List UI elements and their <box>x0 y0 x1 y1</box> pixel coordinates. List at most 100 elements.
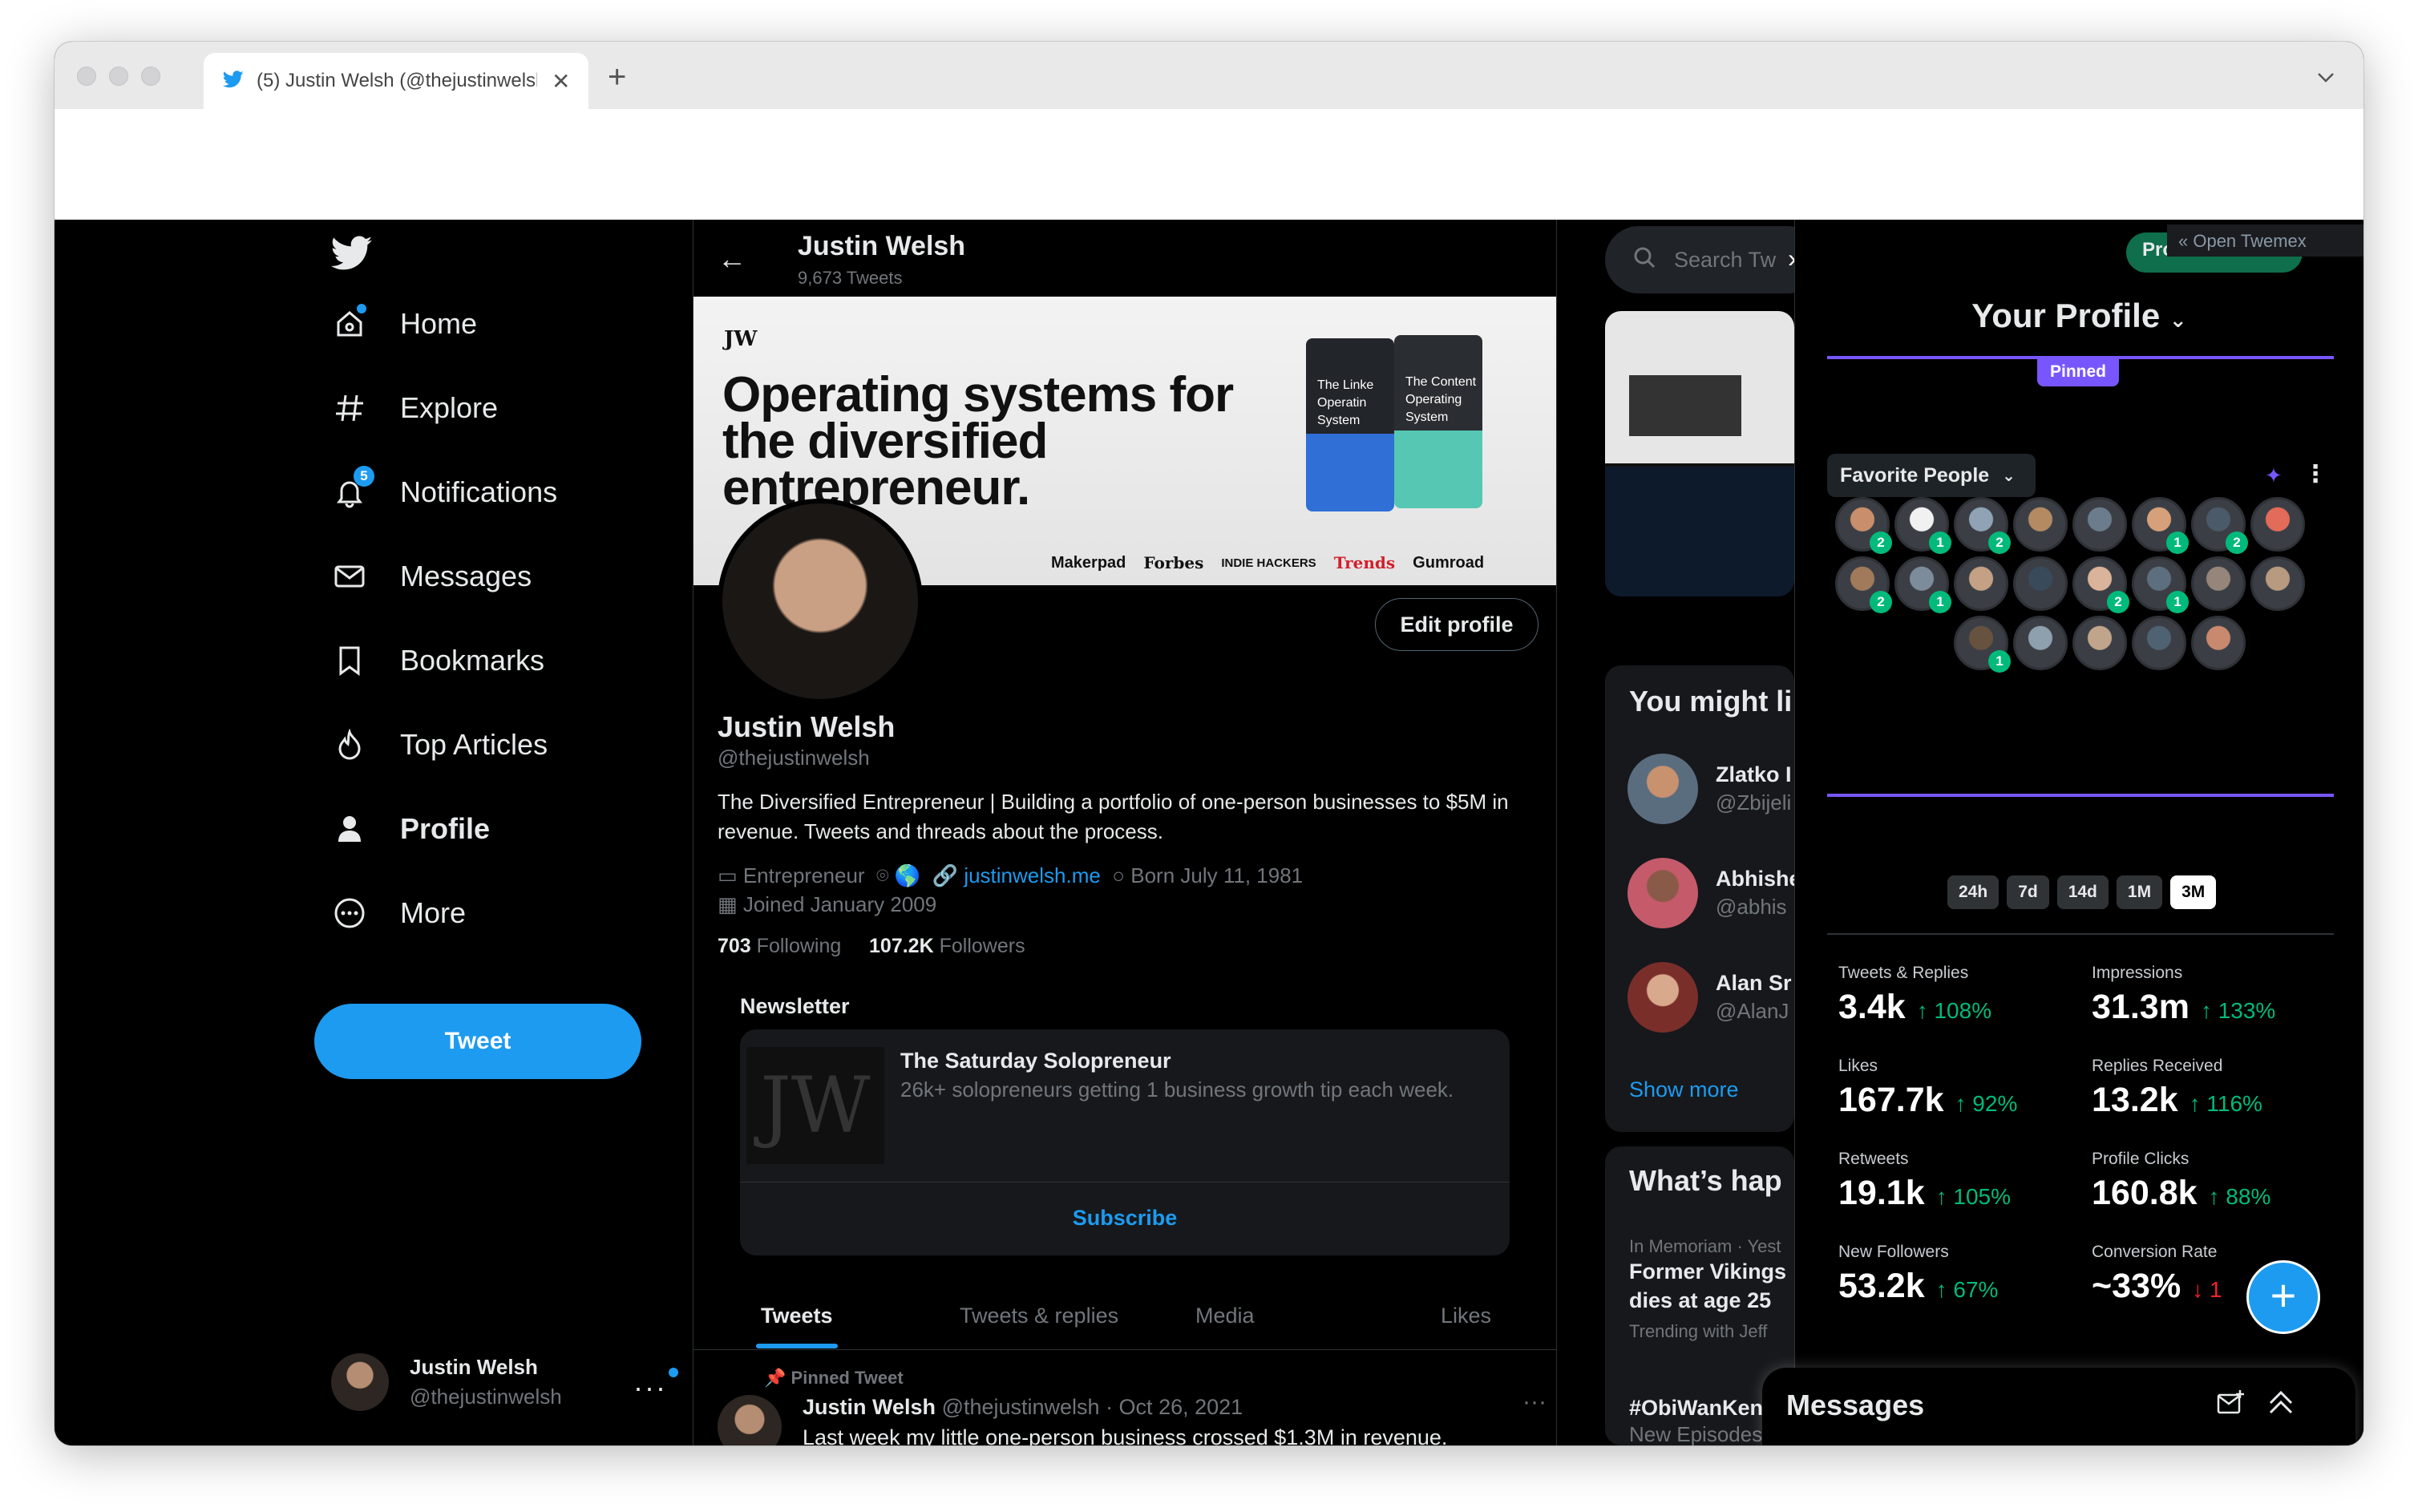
range-3m[interactable]: 3M <box>2170 875 2217 909</box>
who-to-follow-panel: You might li Zlatko I @Zbijeli Abhishe @ab… <box>1605 665 1794 1132</box>
nav-item-more[interactable]: More <box>331 889 466 937</box>
tweet-avatar[interactable] <box>718 1395 782 1445</box>
tab-likes[interactable]: Likes <box>1441 1304 1491 1328</box>
who-to-follow-title: You might li <box>1629 685 1793 718</box>
location-pin-icon: ⌾ <box>876 863 889 887</box>
stat-value: 167.7k ↑ 92% <box>1838 1081 2018 1119</box>
collapse-icon[interactable] <box>2266 1387 2296 1421</box>
person-icon <box>331 811 368 847</box>
tab-media[interactable]: Media <box>1195 1304 1255 1328</box>
tweet-more-icon[interactable]: ··· <box>1522 1389 1547 1416</box>
media-preview[interactable] <box>1605 311 1794 596</box>
kebab-menu-icon[interactable]: ⋮ <box>2303 460 2327 488</box>
range-1m[interactable]: 1M <box>2116 875 2163 909</box>
messages-drawer[interactable]: Messages <box>1762 1368 2355 1445</box>
tweet-author[interactable]: Justin Welsh <box>803 1395 936 1419</box>
favorite-person-avatar[interactable] <box>2013 497 2068 552</box>
nav-item-explore[interactable]: Explore <box>331 384 498 432</box>
pin-icon[interactable]: ✦ <box>2265 463 2283 488</box>
nav-item-messages[interactable]: Messages <box>331 552 532 600</box>
nav-item-profile[interactable]: Profile <box>331 805 490 853</box>
open-twemex-button[interactable]: « Open Twemex <box>2167 224 2363 257</box>
favorite-person-avatar[interactable]: 2 <box>2072 556 2129 613</box>
tweet-button[interactable]: Tweet <box>314 1004 641 1079</box>
pin-icon: 📌 <box>764 1368 786 1388</box>
newsletter-subtitle: 26k+ solopreneurs getting 1 business gro… <box>900 1077 1454 1102</box>
nav-item-top-articles[interactable]: Top Articles <box>331 721 548 769</box>
twitter-logo-icon[interactable] <box>330 236 373 275</box>
suggestion-item[interactable]: Zlatko I @Zbijeli <box>1628 754 1792 824</box>
following-link[interactable]: 703 Following <box>718 935 841 957</box>
favorite-person-avatar[interactable] <box>2072 497 2127 552</box>
location-globe: 🌎 <box>894 863 921 887</box>
back-arrow-icon[interactable]: ← <box>718 242 746 276</box>
account-switcher[interactable]: Justin Welsh @thejustinwelsh <box>331 1353 562 1411</box>
favorite-person-avatar[interactable]: 1 <box>2132 556 2189 613</box>
nav-label: Profile <box>400 812 491 845</box>
followers-link[interactable]: 107.2K Followers <box>869 935 1025 957</box>
favorite-person-avatar[interactable] <box>1954 556 2008 611</box>
favorite-person-avatar[interactable] <box>2191 556 2246 611</box>
favorite-person-avatar[interactable] <box>2072 616 2127 670</box>
suggestion-item[interactable]: Abhishe @abhis <box>1628 858 1794 928</box>
favorite-person-avatar[interactable]: 2 <box>1835 497 1892 554</box>
account-handle: @thejustinwelsh <box>410 1385 562 1409</box>
nav-item-home[interactable]: Home <box>331 300 477 348</box>
tab-close-icon[interactable]: ✕ <box>552 68 570 95</box>
stat-profile-clicks: Profile Clicks 160.8k ↑ 88% <box>2092 1150 2348 1213</box>
newsletter-card: JW The Saturday Solopreneur 26k+ solopre… <box>740 1029 1510 1255</box>
favorite-person-avatar[interactable]: 2 <box>1954 497 2011 554</box>
nav-item-bookmarks[interactable]: Bookmarks <box>331 637 544 685</box>
range-14d[interactable]: 14d <box>2056 875 2109 909</box>
favorite-person-avatar[interactable] <box>2013 616 2068 670</box>
favorite-person-avatar[interactable]: 1 <box>1894 556 1951 613</box>
unread-count-badge: 2 <box>1870 532 1892 554</box>
favorite-person-avatar[interactable]: 1 <box>1894 497 1951 554</box>
account-more-icon[interactable]: ··· <box>633 1368 678 1405</box>
your-profile-dropdown[interactable]: Your Profile ⌄ <box>1795 297 2363 335</box>
favorite-person-avatar[interactable]: 1 <box>2132 497 2189 554</box>
stat-impressions: Impressions 31.3m ↑ 133% <box>2092 964 2348 1027</box>
brand-gumroad: Gumroad <box>1413 553 1485 572</box>
compose-fab-button[interactable]: + <box>2246 1260 2320 1334</box>
minimize-window-button[interactable] <box>109 67 128 86</box>
home-icon <box>331 304 368 342</box>
profile-website-link[interactable]: justinwelsh.me <box>964 863 1101 887</box>
pinned-label: 📌 Pinned Tweet <box>764 1368 904 1388</box>
favorite-person-avatar[interactable] <box>2132 616 2186 670</box>
favorite-person-avatar[interactable] <box>2250 497 2305 552</box>
favorite-person-avatar[interactable] <box>2013 556 2068 611</box>
new-tab-button[interactable]: + <box>608 59 626 95</box>
subscribe-button[interactable]: Subscribe <box>740 1206 1510 1231</box>
close-window-button[interactable] <box>77 67 96 86</box>
favorite-person-avatar[interactable]: 2 <box>2191 497 2248 554</box>
brand-forbes: Forbes <box>1143 553 1204 572</box>
favorite-person-avatar[interactable] <box>2191 616 2246 670</box>
stat-label: Profile Clicks <box>2092 1150 2190 1168</box>
suggestion-item[interactable]: Alan Sr @AlanJ <box>1628 962 1792 1033</box>
avatar <box>1628 858 1698 928</box>
unread-count-badge: 2 <box>1870 591 1892 613</box>
unread-count-badge: 2 <box>1988 532 2011 554</box>
tab-tweets[interactable]: Tweets <box>756 1304 838 1348</box>
show-more-link[interactable]: Show more <box>1629 1077 1739 1102</box>
zoom-window-button[interactable] <box>141 67 160 86</box>
favorite-people-dropdown[interactable]: Favorite People ⌄ <box>1827 454 2036 497</box>
favorite-person-avatar[interactable]: 1 <box>1954 616 2011 673</box>
trend-item[interactable]: In Memoriam · Yest Former Vikings dies a… <box>1629 1236 1789 1342</box>
range-24h[interactable]: 24h <box>1947 875 2000 909</box>
favorite-person-avatar[interactable]: 2 <box>1835 556 1892 613</box>
new-message-icon[interactable] <box>2216 1389 2245 1421</box>
nav-item-notifications[interactable]: 5 Notifications <box>331 466 557 516</box>
favorite-person-avatar[interactable] <box>2250 556 2305 611</box>
tab-tweets-replies[interactable]: Tweets & replies <box>960 1304 1118 1328</box>
browser-tab[interactable]: (5) Justin Welsh (@thejustinwelsh ✕ <box>204 53 588 109</box>
bookmark-icon <box>331 642 368 679</box>
profile-avatar[interactable] <box>718 499 923 704</box>
stat-delta: ↑ 116% <box>2189 1091 2262 1116</box>
divider <box>1827 933 2334 935</box>
edit-profile-button[interactable]: Edit profile <box>1375 598 1539 651</box>
tweet-count: 9,673 Tweets <box>798 268 903 288</box>
range-7d[interactable]: 7d <box>2007 875 2049 909</box>
tab-menu-chevron-icon[interactable] <box>2317 64 2335 89</box>
